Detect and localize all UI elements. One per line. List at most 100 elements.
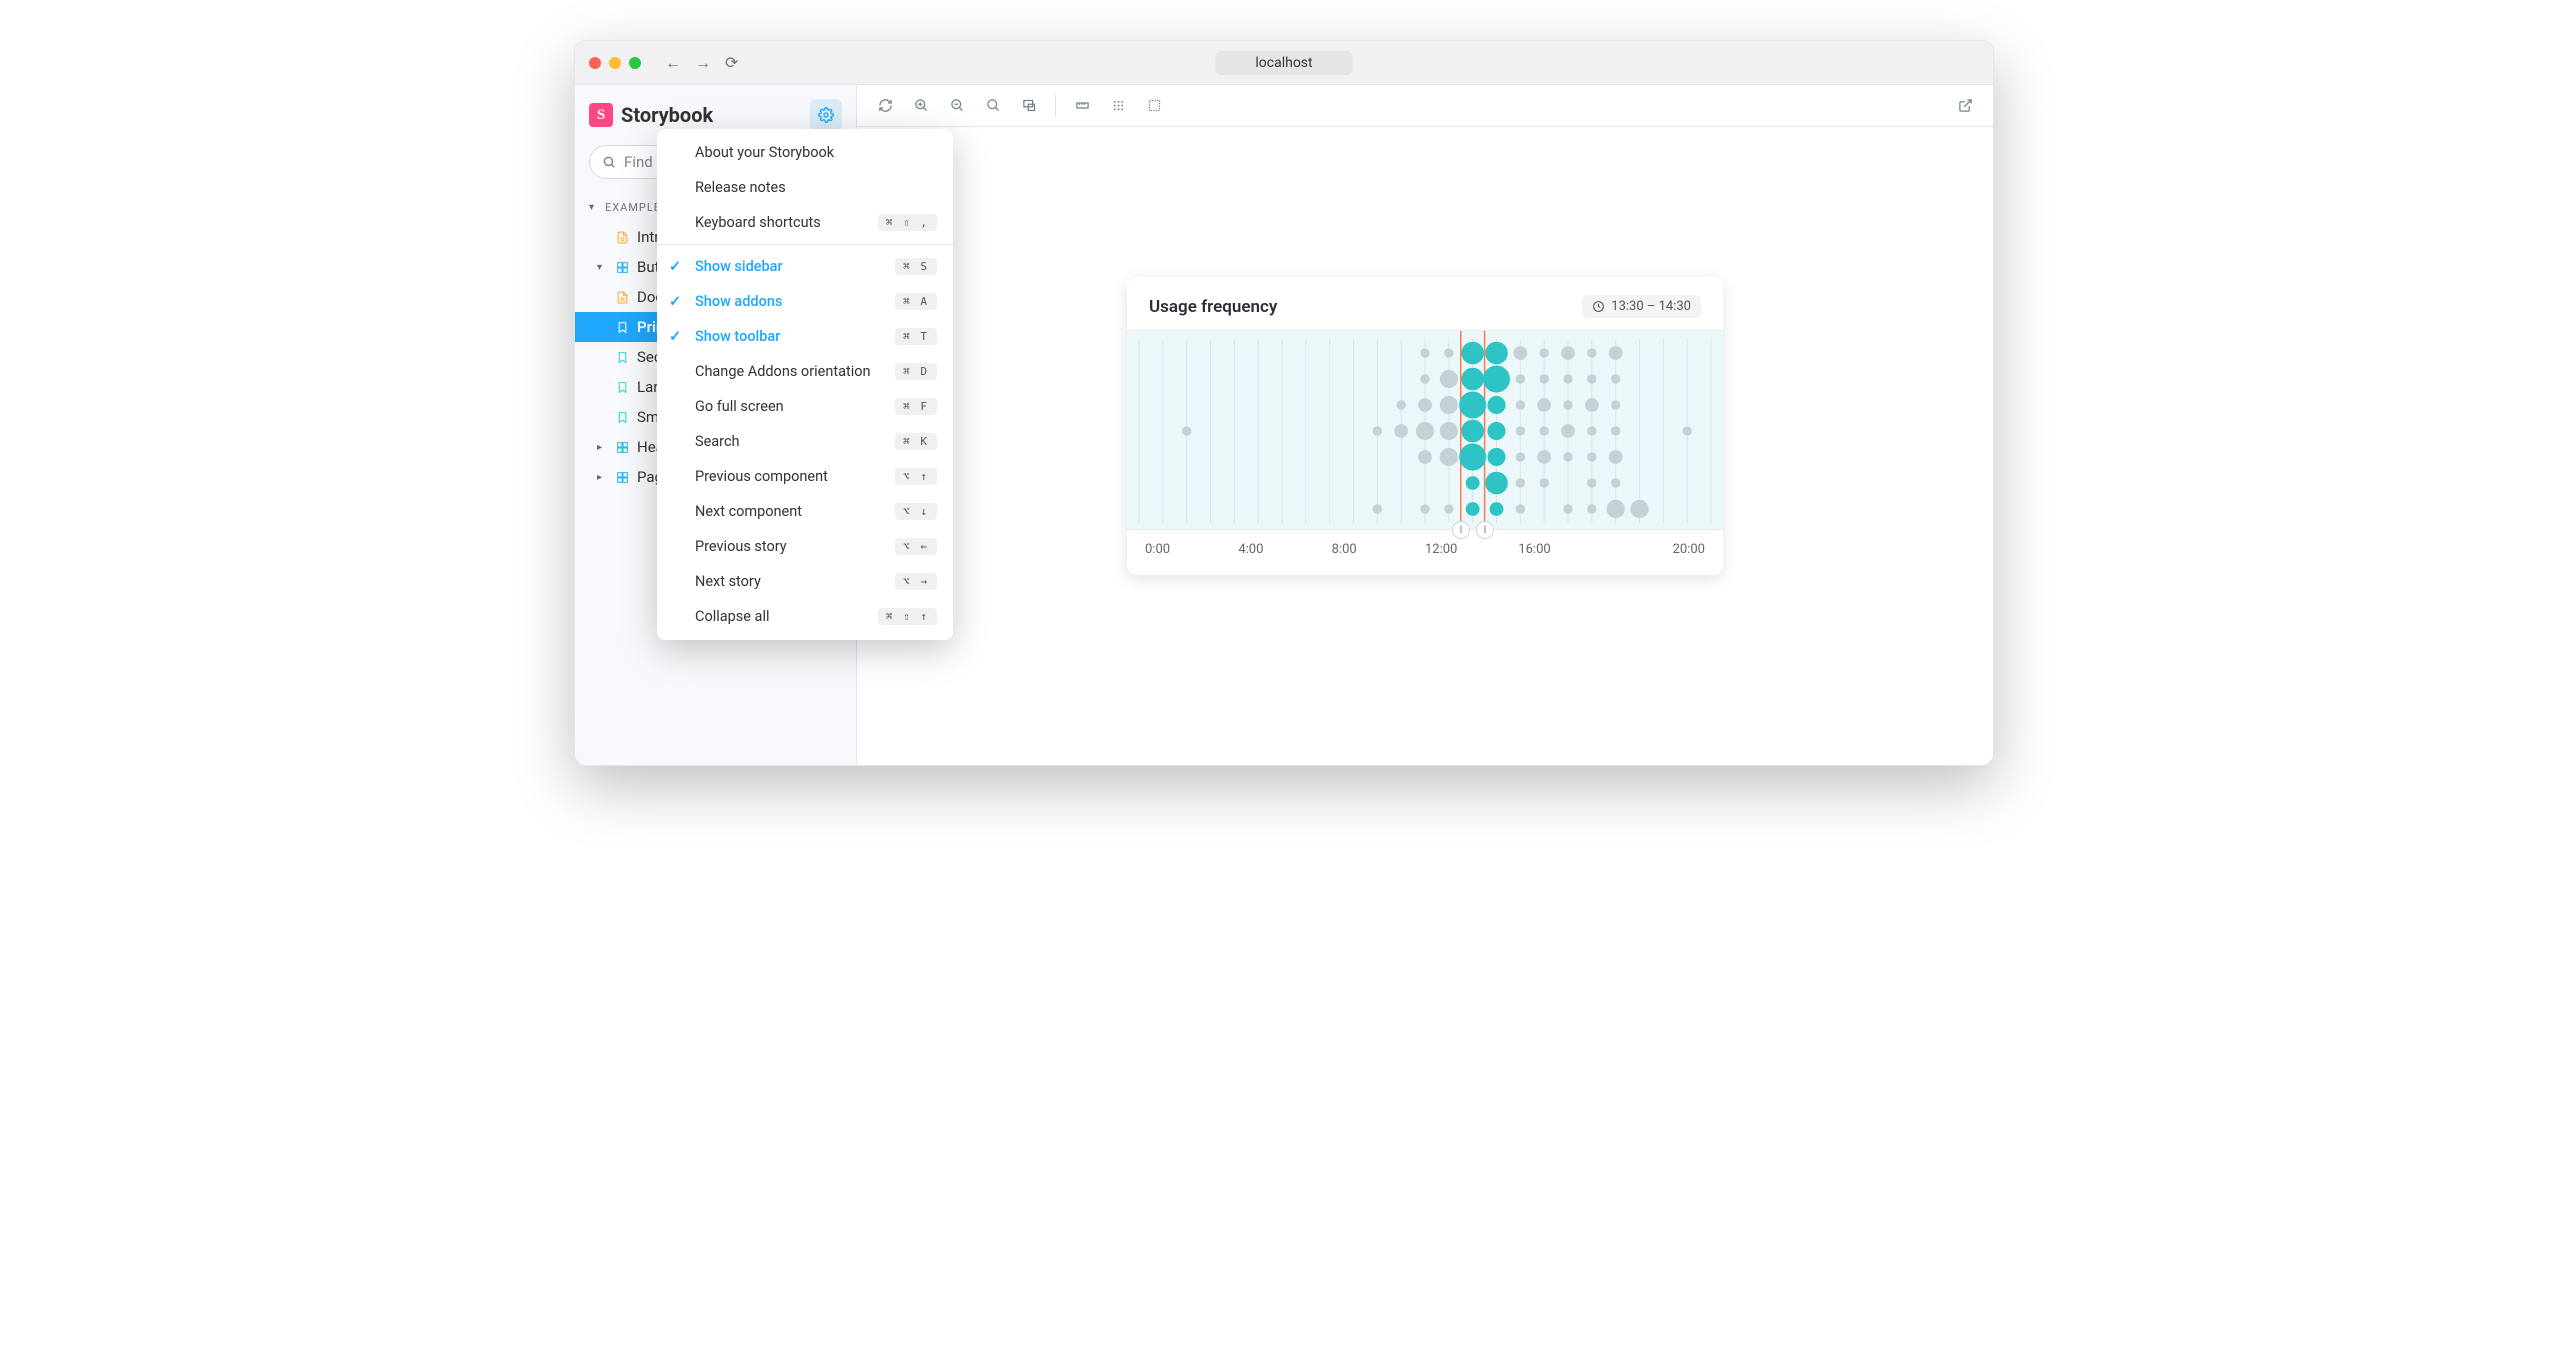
toolbar-separator [1055,95,1056,117]
outline-button[interactable] [1138,90,1170,122]
menu-item-label: Previous story [695,538,895,555]
browser-nav: ← → ⟳ [665,53,738,73]
menu-item-label: Show toolbar [695,328,895,345]
reload-button[interactable]: ⟳ [725,53,738,73]
x-tick-label: 16:00 [1518,542,1611,557]
component-icon [615,470,629,484]
chevron-icon: ▸ [597,442,607,453]
zoom-reset-button[interactable] [977,90,1009,122]
menu-item-next-component[interactable]: Next component⌥ ↓ [657,494,953,529]
remount-button[interactable] [869,90,901,122]
story-icon [615,350,629,364]
viewport-button[interactable] [1013,90,1045,122]
menu-shortcut: ⌥ ↑ [895,468,937,485]
outline-icon [1147,98,1162,113]
viewport-icon [1022,98,1037,113]
menu-item-go-full-screen[interactable]: Go full screen⌘ F [657,389,953,424]
component-icon [615,260,629,274]
canvas-toolbar [857,85,1993,127]
range-handle-left[interactable]: || [1452,521,1470,539]
menu-item-label: Previous component [695,468,895,485]
chevron-icon: ▸ [597,472,607,483]
close-window[interactable] [589,57,601,69]
check-icon: ✓ [669,328,681,345]
measure-button[interactable] [1066,90,1098,122]
logo-badge: S [589,103,613,127]
menu-item-label: Show addons [695,293,895,310]
zoom-in-icon [914,98,929,113]
menu-item-show-addons[interactable]: ✓ Show addons⌘ A [657,284,953,319]
search-icon [602,155,616,169]
zoom-in-button[interactable] [905,90,937,122]
time-range-text: 13:30 – 14:30 [1611,299,1691,314]
menu-item-keyboard-shortcuts[interactable]: Keyboard shortcuts⌘ ⇧ , [657,205,953,240]
range-handle-right[interactable]: || [1476,521,1494,539]
menu-item-release-notes[interactable]: Release notes [657,170,953,205]
x-tick-label: 0:00 [1145,542,1238,557]
menu-item-label: Go full screen [695,398,895,415]
menu-item-previous-component[interactable]: Previous component⌥ ↑ [657,459,953,494]
check-icon: ✓ [669,293,681,310]
forward-button[interactable]: → [695,53,711,73]
doc-icon [615,290,629,304]
bubble-chart[interactable]: || || [1127,330,1723,530]
grid-button[interactable] [1102,90,1134,122]
address-bar[interactable]: localhost [1215,51,1352,75]
menu-shortcut: ⌘ A [895,293,937,310]
menu-item-previous-story[interactable]: Previous story⌥ ← [657,529,953,564]
titlebar: ← → ⟳ localhost [575,41,1993,85]
zoom-out-icon [950,98,965,113]
menu-item-change-addons-orientation[interactable]: Change Addons orientation⌘ D [657,354,953,389]
menu-item-label: Show sidebar [695,258,895,275]
menu-item-search[interactable]: Search⌘ K [657,424,953,459]
menu-item-collapse-all[interactable]: Collapse all⌘ ⇧ ↑ [657,599,953,634]
app-title: Storybook [621,103,713,127]
menu-item-label: Change Addons orientation [695,363,895,380]
menu-item-show-toolbar[interactable]: ✓ Show toolbar⌘ T [657,319,953,354]
chart-svg [1127,331,1723,531]
back-button[interactable]: ← [665,53,681,73]
chevron-icon: ▾ [597,262,607,273]
open-new-tab-button[interactable] [1949,90,1981,122]
chart-x-axis: 0:004:008:0012:0016:0020:00 [1127,530,1723,561]
canvas: Usage frequency 13:30 – 14:30 || || 0:00… [857,85,1993,765]
minimize-window[interactable] [609,57,621,69]
gear-icon [818,107,834,123]
preview-area: Usage frequency 13:30 – 14:30 || || 0:00… [857,127,1993,765]
x-tick-label: 4:00 [1238,542,1331,557]
menu-item-about-your-storybook[interactable]: About your Storybook [657,135,953,170]
external-link-icon [1958,98,1973,113]
menu-shortcut: ⌥ ← [895,538,937,555]
menu-shortcut: ⌘ T [895,328,937,345]
menu-shortcut: ⌘ K [895,433,937,450]
sync-icon [878,98,893,113]
settings-button[interactable] [810,99,842,131]
check-icon: ✓ [669,258,681,275]
story-icon [615,380,629,394]
browser-window: ← → ⟳ localhost S Storybook Find co [574,40,1994,766]
story-icon [615,410,629,424]
menu-item-next-story[interactable]: Next story⌥ → [657,564,953,599]
chevron-down-icon: ▾ [589,202,599,213]
x-tick-label: 12:00 [1425,542,1518,557]
storybook-logo: S Storybook [589,103,713,127]
story-icon [615,320,629,334]
fullscreen-window[interactable] [629,57,641,69]
menu-shortcut: ⌘ D [895,363,937,380]
menu-shortcut: ⌘ F [895,398,937,415]
window-controls [589,57,641,69]
ruler-icon [1075,98,1090,113]
storybook-app: S Storybook Find co ▾ EXAMPLE Introduct [575,85,1993,765]
menu-shortcut: ⌘ ⇧ ↑ [878,608,937,625]
settings-menu[interactable]: About your Storybook Release notesKeyboar… [657,129,953,640]
component-icon [615,440,629,454]
menu-item-label: Search [695,433,895,450]
zoom-out-button[interactable] [941,90,973,122]
menu-shortcut: ⌥ → [895,573,937,590]
time-range-badge[interactable]: 13:30 – 14:30 [1582,295,1701,318]
menu-shortcut: ⌘ S [895,258,937,275]
menu-item-show-sidebar[interactable]: ✓ Show sidebar⌘ S [657,249,953,284]
card-title: Usage frequency [1149,297,1277,317]
menu-item-label: About your Storybook [695,144,937,161]
doc-icon [615,230,629,244]
